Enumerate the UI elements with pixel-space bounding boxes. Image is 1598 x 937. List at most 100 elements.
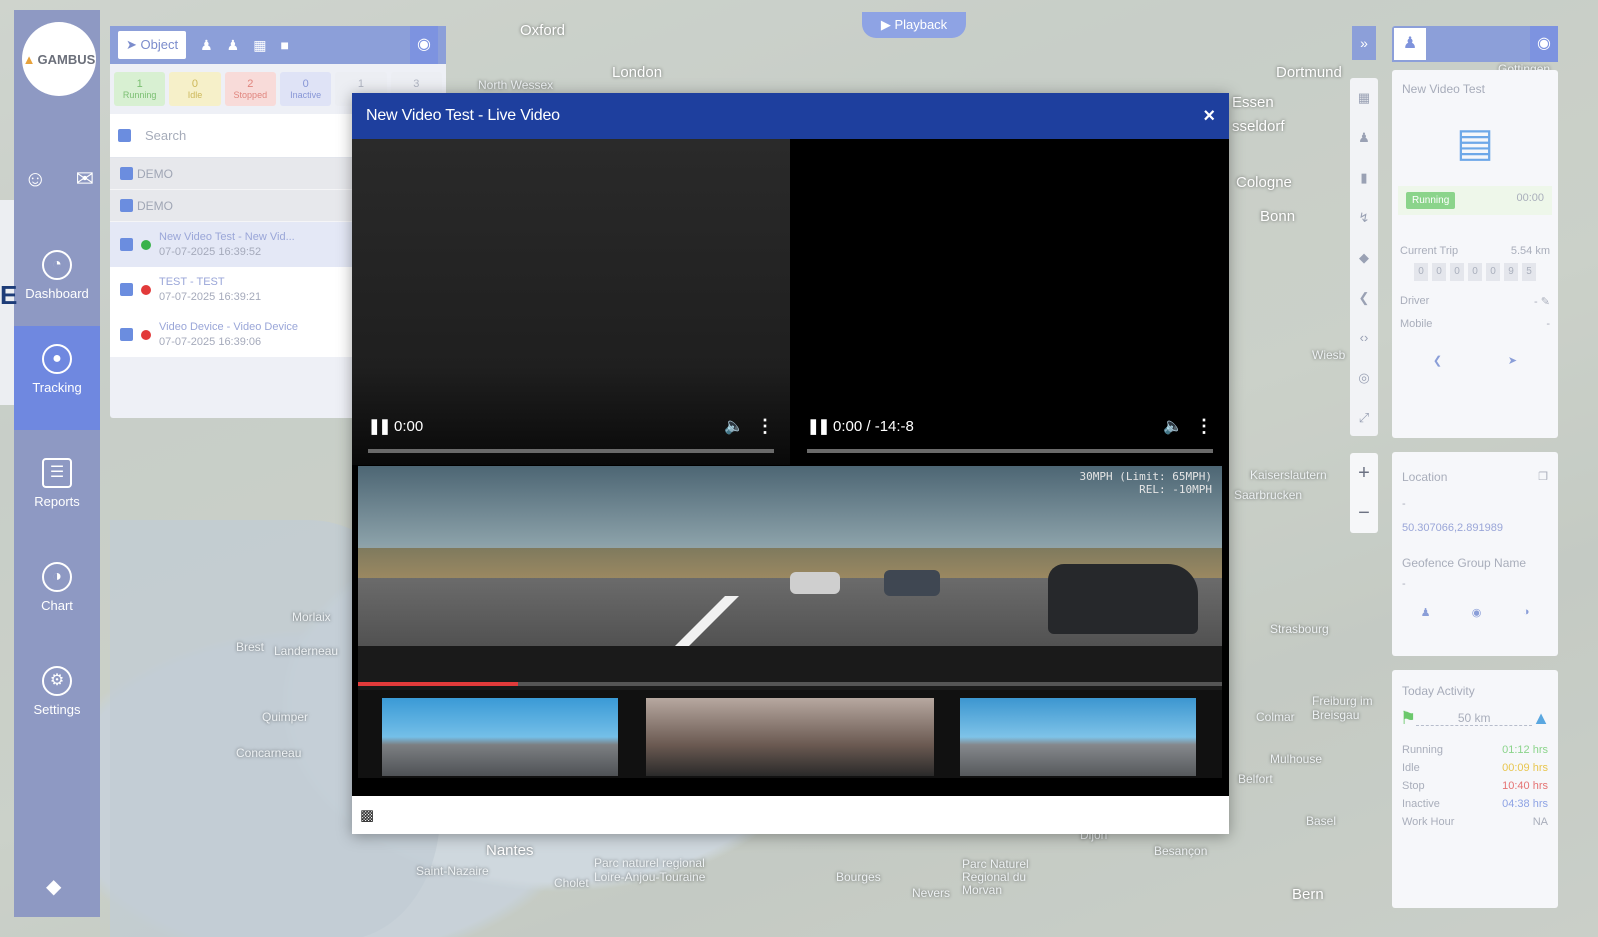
- map-label-bern: Bern: [1292, 886, 1324, 903]
- playback-button[interactable]: ▶ Playback: [862, 12, 966, 38]
- sidebar-item-settings[interactable]: ⚙ Settings: [14, 648, 100, 752]
- route-icon[interactable]: ↯: [1350, 198, 1378, 238]
- zoom-out-button[interactable]: −: [1350, 493, 1378, 533]
- group-checkbox[interactable]: [120, 167, 133, 180]
- copy-icon[interactable]: ❐: [1538, 470, 1548, 484]
- close-button[interactable]: ×: [1203, 105, 1215, 128]
- activity-value: 00:09 hrs: [1502, 762, 1548, 774]
- navigate-icon[interactable]: ➤: [1508, 354, 1517, 367]
- status-count: 1: [136, 78, 143, 90]
- map-label-dortmund: Dortmund: [1276, 64, 1342, 81]
- select-all-checkbox[interactable]: [118, 129, 131, 142]
- map-label-north-wessex: North Wessex: [478, 78, 554, 92]
- video-player-1[interactable]: ❚❚ 0:00 🔈 ⋮: [352, 139, 790, 465]
- distance-value: 50 km: [1416, 711, 1533, 726]
- map-label-saint-nazaire: Saint-Nazaire: [416, 864, 489, 878]
- vehicle-card: New Video Test ▤ Running 00:00 Current T…: [1392, 70, 1558, 438]
- user-icon[interactable]: ☺: [24, 166, 46, 192]
- tag-icon[interactable]: ◆: [1350, 238, 1378, 278]
- status-stopped[interactable]: 2 Stopped: [224, 72, 276, 106]
- group-checkbox[interactable]: [120, 199, 133, 212]
- location-label: Location: [1402, 470, 1448, 484]
- status-count: 1: [357, 78, 365, 90]
- status-label: Inactive: [290, 90, 322, 100]
- volume-icon[interactable]: 🔈: [1163, 416, 1183, 436]
- camera-thumbnail-right[interactable]: [960, 698, 1196, 776]
- device-checkbox[interactable]: [120, 328, 133, 341]
- camera-thumbnail-left[interactable]: [382, 698, 618, 776]
- person-pin-icon[interactable]: ♟: [1421, 606, 1431, 619]
- group-label: DEMO: [137, 198, 173, 213]
- device-time: 07-07-2025 16:39:21: [159, 290, 262, 303]
- globe-icon[interactable]: ◑: [1523, 606, 1530, 619]
- fullscreen-icon[interactable]: ⤢: [1350, 398, 1378, 438]
- sidebar-item-chart[interactable]: ◑ Chart: [14, 544, 100, 648]
- dashcam-car: [790, 572, 840, 594]
- geofence-icon[interactable]: ◎: [1350, 358, 1378, 398]
- play-icon: ▶: [880, 17, 891, 32]
- activity-row: Stop 10:40 hrs: [1392, 777, 1558, 795]
- pin-icon[interactable]: ◉: [1530, 26, 1558, 62]
- camera-icon[interactable]: ▩: [360, 806, 374, 824]
- more-options-icon[interactable]: ⋮: [756, 416, 774, 437]
- code-icon[interactable]: ‹›: [1350, 318, 1378, 358]
- tab-object[interactable]: ➤ Object: [118, 31, 187, 59]
- sidebar-item-tracking[interactable]: ● Tracking: [14, 326, 100, 430]
- gauge-icon: ◔: [42, 250, 72, 280]
- more-options-icon[interactable]: ⋮: [1195, 416, 1213, 437]
- object-panel-header: ➤ Object ♟ ♟ ▦ ■ ◉: [110, 26, 446, 64]
- video-player-2[interactable]: ❚❚ 0:00 / -14:-8 🔈 ⋮: [791, 139, 1229, 465]
- vehicle-icon[interactable]: ♟: [1394, 28, 1426, 60]
- player-time: 0:00: [394, 417, 424, 435]
- device-checkbox[interactable]: [120, 283, 133, 296]
- chat-icon[interactable]: ■: [280, 37, 288, 53]
- eraser-icon[interactable]: ◆: [46, 874, 61, 899]
- status-idle[interactable]: 0 Idle: [169, 72, 221, 106]
- share-icon[interactable]: ❮: [1433, 354, 1442, 367]
- map-label-concarneau: Concarneau: [236, 746, 302, 760]
- zoom-in-button[interactable]: +: [1350, 453, 1378, 493]
- traffic-icon[interactable]: ▮: [1350, 158, 1378, 198]
- map-label-bonn: Bonn: [1260, 208, 1296, 225]
- odometer-digit: 0: [1486, 263, 1500, 281]
- seek-bar[interactable]: [368, 449, 774, 453]
- flame-icon: ▲: [22, 51, 36, 67]
- logo[interactable]: ▲ GAMBUS: [22, 22, 96, 96]
- edge-fragment: E: [0, 200, 17, 405]
- dashcam-video[interactable]: 30MPH (Limit: 65MPH) REL: -10MPH: [358, 466, 1222, 778]
- volume-icon[interactable]: 🔈: [724, 416, 744, 436]
- today-activity-title: Today Activity: [1402, 684, 1475, 698]
- share-icon[interactable]: ❮: [1350, 278, 1378, 318]
- pause-icon[interactable]: ❚❚: [807, 417, 830, 435]
- driver-icon[interactable]: ♟: [200, 37, 213, 54]
- expand-panel-button[interactable]: »: [1352, 26, 1376, 60]
- zoom-controls: + −: [1350, 453, 1378, 533]
- edit-icon[interactable]: ✎: [1541, 296, 1550, 308]
- sidebar-item-dashboard[interactable]: ◔ Dashboard: [14, 232, 100, 336]
- map-pin-icon[interactable]: ◉: [1472, 606, 1482, 619]
- flag-icon: ⚑: [1400, 708, 1417, 728]
- user-group-icon[interactable]: ♟: [227, 37, 240, 54]
- status-running[interactable]: 1 Running: [114, 72, 166, 106]
- map-label-basel: Basel: [1306, 814, 1337, 828]
- map-tools: ▦ ♟ ▮ ↯ ◆ ❮ ‹› ◎ ⤢: [1350, 78, 1378, 436]
- map-label-freiburg: Freiburg im Breisgau: [1312, 694, 1373, 722]
- pause-icon[interactable]: ❚❚: [368, 417, 391, 435]
- person-icon[interactable]: ♟: [1350, 118, 1378, 158]
- dashcam-seek-bar[interactable]: [358, 682, 1222, 686]
- device-checkbox[interactable]: [120, 238, 133, 251]
- list-icon[interactable]: ▦: [253, 37, 266, 54]
- tab-object-label: Object: [140, 37, 179, 52]
- mobile-value: -: [1546, 318, 1550, 330]
- map-label-mulhouse: Mulhouse: [1270, 752, 1323, 766]
- sidebar-item-reports[interactable]: ☰ Reports: [14, 440, 100, 544]
- activity-label: Work Hour: [1402, 816, 1455, 828]
- map-layers-icon[interactable]: ▦: [1350, 78, 1378, 118]
- bell-icon[interactable]: ✉: [76, 166, 94, 192]
- camera-thumbnail-cabin[interactable]: [646, 698, 934, 776]
- seek-bar[interactable]: [807, 449, 1213, 453]
- pin-icon[interactable]: ◉: [410, 26, 438, 64]
- map-label-essen: Essen: [1232, 94, 1274, 111]
- coordinates[interactable]: 50.307066,2.891989: [1392, 516, 1558, 540]
- status-inactive[interactable]: 0 Inactive: [279, 72, 332, 106]
